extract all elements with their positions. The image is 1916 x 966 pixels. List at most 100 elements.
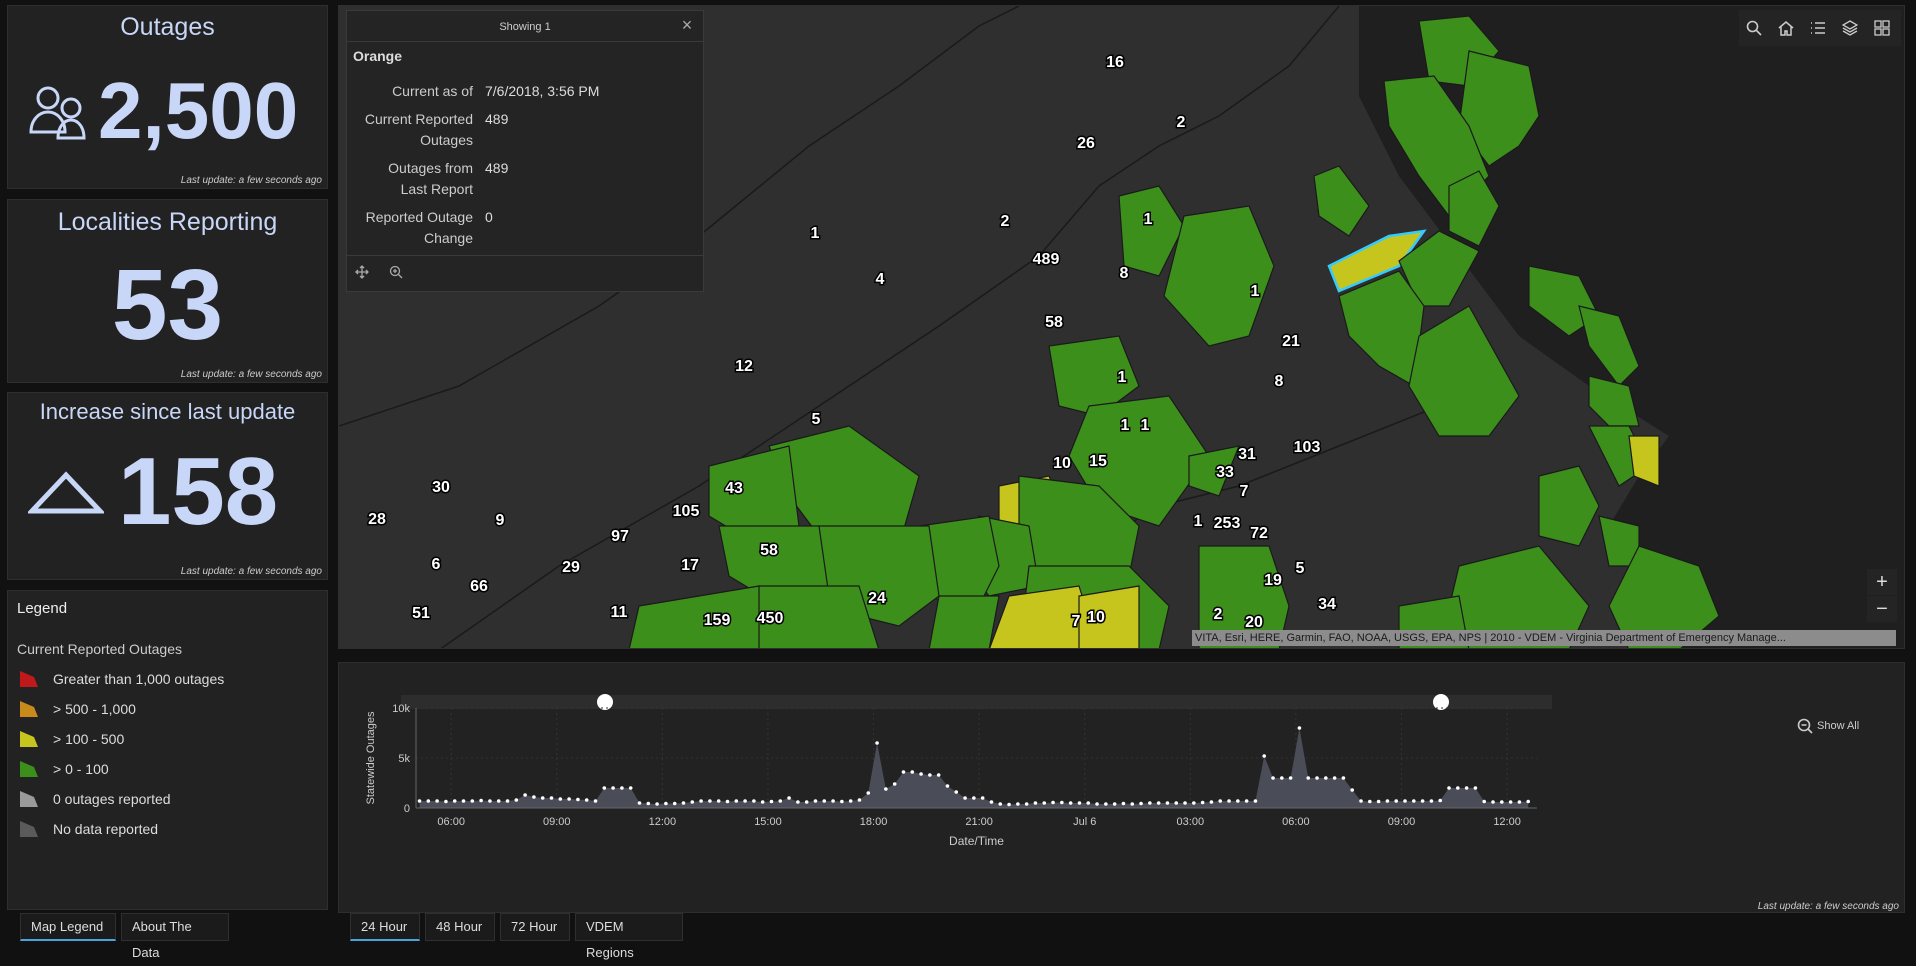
outage-point [1359, 799, 1363, 803]
tab-48-hour[interactable]: 48 Hour [425, 913, 495, 941]
outage-point [452, 799, 457, 803]
outage-point [743, 799, 747, 803]
zoom-out-button[interactable]: − [1867, 596, 1897, 622]
outage-point [857, 798, 862, 802]
popup-field: Outages from Last Report 489 [353, 158, 693, 198]
x-tick-label: 18:00 [860, 816, 888, 828]
county-outage-label: 31 [1238, 446, 1256, 463]
outage-point [831, 799, 835, 803]
outage-point [980, 796, 985, 800]
localities-footer: Last update: a few seconds ago [180, 369, 322, 380]
x-tick-label: 15:00 [754, 816, 782, 828]
outage-point [954, 790, 959, 794]
tab-vdem-regions[interactable]: VDEM Regions [575, 913, 683, 960]
county-outage-label: 9 [496, 512, 505, 529]
x-tick-label: Jul 6 [1073, 816, 1096, 828]
outage-point [804, 800, 809, 804]
outage-point [1130, 802, 1135, 806]
outage-point [963, 796, 967, 800]
outage-point [734, 799, 739, 803]
outage-point [628, 786, 633, 790]
county-outage-label: 8 [1275, 373, 1284, 390]
outage-point [875, 741, 879, 745]
county-outage-label: 34 [1318, 596, 1336, 613]
outage-point [1227, 799, 1231, 803]
county-outage-label: 1 [811, 225, 820, 242]
outage-point [998, 802, 1003, 806]
x-tick-label: 06:00 [437, 816, 465, 828]
time-slider-handle-start[interactable] [597, 694, 613, 710]
legend-title: Legend [17, 600, 68, 617]
layers-icon[interactable] [1835, 13, 1865, 43]
outage-point [760, 800, 765, 804]
county-outage-label: 5 [1296, 560, 1305, 577]
county-outage-label: 10 [1053, 455, 1071, 472]
increase-value: 158 [118, 438, 279, 545]
county-outage-label: 58 [760, 542, 778, 559]
outage-point [919, 772, 923, 776]
zoom-to-icon[interactable] [389, 265, 403, 279]
legend-subtitle: Current Reported Outages [17, 641, 182, 657]
outage-point [1148, 801, 1152, 805]
outage-chart[interactable]: 0 5k 10k 06:00 09:00 12:00 15:00 18:00 21:00 Jul … [339, 663, 1906, 914]
outage-point [1297, 726, 1302, 730]
outage-point [655, 802, 659, 806]
outage-point [1332, 776, 1337, 780]
outage-point [1324, 776, 1328, 780]
tab-72-hour[interactable]: 72 Hour [500, 913, 570, 941]
feature-popup: Showing 1 × Orange Current as of 7/6/2018… [346, 10, 704, 292]
tab-24-hour[interactable]: 24 Hour [350, 913, 420, 941]
outage-point [1165, 801, 1170, 805]
outage-point [752, 799, 756, 803]
popup-field: Current Reported Outages 489 [353, 109, 693, 149]
outage-point [558, 797, 563, 801]
county-outage-label: 58 [1045, 314, 1063, 331]
outage-point [1042, 801, 1047, 805]
popup-field-label: Reported Outage Change [365, 209, 473, 246]
outage-point [928, 773, 932, 777]
outage-point [514, 798, 519, 802]
x-tick-label: 06:00 [1282, 816, 1310, 828]
outage-point [1209, 800, 1214, 804]
x-tick-label: 12:00 [649, 816, 677, 828]
outage-point [1429, 799, 1434, 803]
county-outage-label: 30 [432, 479, 450, 496]
pan-icon[interactable] [355, 265, 369, 279]
outage-point [461, 799, 466, 803]
map-view[interactable]: 16 2 26 1 2 489 8 58 1 4 1 21 8 1 12 5 10 1 1 15 103 31 33 7 1 25… [338, 5, 1905, 649]
legend-item: > 100 - 500 [18, 728, 124, 750]
y-axis-label: Statewide Outages [365, 711, 377, 804]
show-all-button[interactable]: Show All [1797, 718, 1859, 734]
list-icon[interactable] [1803, 13, 1833, 43]
zoom-in-button[interactable]: + [1867, 569, 1897, 595]
outage-point [1500, 800, 1504, 804]
county-outage-label: 1 [1141, 417, 1150, 434]
legend-label: > 0 - 100 [53, 761, 109, 777]
outage-point [1447, 786, 1451, 790]
county-outage-label: 8 [1120, 265, 1129, 282]
outage-point [972, 796, 976, 800]
outage-area [419, 728, 1529, 808]
outage-point [1412, 799, 1416, 803]
outage-point [769, 799, 774, 804]
outage-point [611, 786, 615, 790]
increase-title: Increase since last update [39, 399, 296, 424]
close-icon[interactable]: × [677, 15, 697, 35]
basemap-gallery-icon[interactable] [1867, 13, 1897, 43]
home-icon[interactable] [1771, 13, 1801, 43]
county-outage-label: 253 [1214, 515, 1241, 532]
county-outage-label: 6 [432, 556, 441, 573]
county-outage-label: 10 [1087, 609, 1105, 626]
outage-point [681, 801, 686, 805]
legend-item: No data reported [18, 818, 158, 840]
x-tick-label: 12:00 [1493, 816, 1521, 828]
search-icon[interactable] [1739, 13, 1769, 43]
county-outage-label: 29 [562, 559, 580, 576]
outage-point [1464, 786, 1469, 790]
tab-about-the-data[interactable]: About The Data [121, 913, 229, 960]
show-all-label: Show All [1817, 720, 1860, 732]
localities-title: Localities Reporting [57, 208, 278, 236]
x-tick-label: 21:00 [965, 816, 993, 828]
tab-map-legend[interactable]: Map Legend [20, 913, 116, 941]
popup-field-label: Current Reported Outages [364, 111, 473, 148]
